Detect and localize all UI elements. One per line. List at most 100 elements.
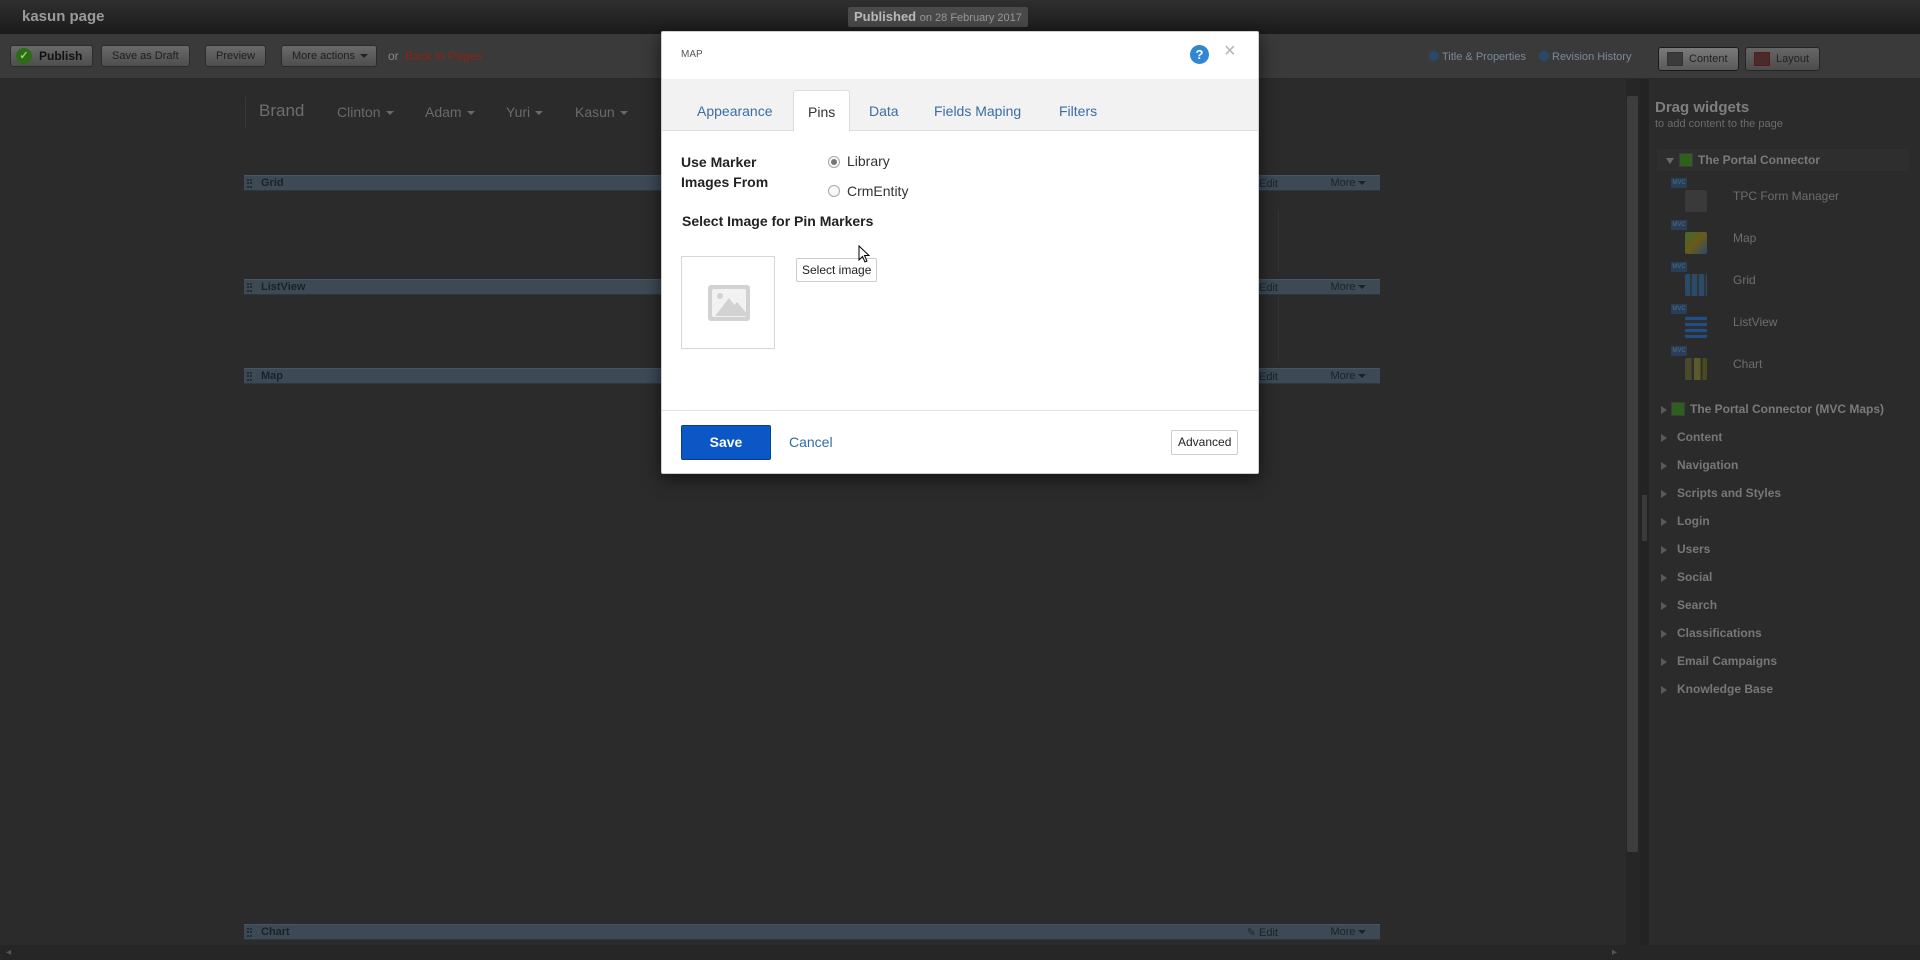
category-classifications[interactable]: Classifications [1657, 624, 1907, 644]
select-image-section-label: Select Image for Pin Markers [682, 213, 874, 229]
portal-connector-icon [1679, 153, 1693, 167]
widget-bar-chart[interactable]: Chart ✎ Edit More [244, 924, 1380, 940]
save-button[interactable]: Save [681, 425, 771, 460]
widget-item-chart[interactable]: MVC Chart [1671, 346, 1911, 386]
splitter-grip-icon[interactable] [1642, 495, 1647, 541]
widget-title: Map [261, 370, 283, 382]
nav-item-yuri[interactable]: Yuri [506, 104, 544, 120]
chevron-down-icon [619, 111, 628, 116]
mvc-badge: MVC [1671, 220, 1687, 230]
image-icon-frame [712, 289, 746, 317]
nav-item-label: Yuri [506, 104, 531, 120]
list-glyph [1685, 316, 1707, 338]
category-search[interactable]: Search [1657, 596, 1907, 616]
category-email-campaigns[interactable]: Email Campaigns [1657, 652, 1907, 672]
widget-item-tpc-form-manager[interactable]: MVC TPC Form Manager [1671, 178, 1911, 218]
dialog-footer-divider [662, 410, 1258, 411]
category-label: Content [1677, 430, 1723, 444]
form-glyph [1685, 190, 1707, 212]
widget-item-listview[interactable]: MVC ListView [1671, 304, 1911, 344]
category-navigation[interactable]: Navigation [1657, 456, 1907, 476]
more-actions-button[interactable]: More actions [281, 45, 377, 67]
category-label: Classifications [1677, 626, 1762, 640]
widget-more-button[interactable]: More [1324, 925, 1372, 939]
widget-group-portal-connector[interactable]: The Portal Connector [1657, 149, 1909, 171]
tab-pins[interactable]: Pins [793, 90, 851, 132]
mouse-cursor-icon [858, 245, 870, 263]
revision-history-link[interactable]: Revision History [1539, 51, 1631, 63]
drag-handle-icon[interactable] [247, 928, 252, 937]
help-icon[interactable]: ? [1190, 45, 1209, 64]
drag-handle-icon[interactable] [247, 179, 252, 188]
site-title: kasun page [22, 8, 105, 25]
dialog-title: MAP [681, 49, 703, 60]
tab-data[interactable]: Data [855, 90, 913, 132]
widget-item-label: ListView [1733, 315, 1778, 329]
radio-library-label[interactable]: Library [847, 153, 890, 169]
save-draft-button[interactable]: Save as Draft [101, 45, 190, 67]
radio-library[interactable] [828, 156, 840, 168]
nav-item-kasun[interactable]: Kasun [575, 104, 628, 120]
widget-more-label: More [1330, 926, 1356, 938]
category-label: Social [1677, 570, 1713, 584]
scroll-right-icon[interactable]: ▸ [1612, 947, 1617, 958]
advanced-button[interactable]: Advanced [1171, 430, 1239, 455]
widget-item-map[interactable]: MVC Map [1671, 220, 1911, 260]
horizontal-scrollbar[interactable]: ◂ ▸ [0, 945, 1920, 960]
widget-edit-label: Edit [1259, 282, 1278, 294]
content-mode-label: Content [1689, 53, 1728, 65]
expand-icon [1661, 574, 1667, 582]
drag-handle-icon[interactable] [247, 372, 252, 381]
title-properties-link[interactable]: Title & Properties [1429, 51, 1526, 63]
nav-item-label: Clinton [337, 104, 381, 120]
layout-mode-button[interactable]: Layout [1745, 47, 1821, 71]
category-label: Email Campaigns [1677, 654, 1778, 668]
expand-icon [1666, 158, 1674, 164]
chevron-down-icon [359, 54, 368, 59]
widget-drop-zone [1278, 210, 1380, 272]
category-content[interactable]: Content [1657, 428, 1907, 448]
widget-more-button[interactable]: More [1324, 176, 1372, 190]
publish-button[interactable]: ✓ Publish [10, 45, 94, 67]
expand-icon [1661, 658, 1667, 666]
widget-title: Chart [261, 926, 290, 938]
cancel-button[interactable]: Cancel [789, 434, 833, 450]
widget-group-mvc-maps[interactable]: The Portal Connector (MVC Maps) [1657, 400, 1907, 420]
grid-glyph [1685, 274, 1707, 296]
map-glyph [1685, 232, 1707, 254]
category-social[interactable]: Social [1657, 568, 1907, 588]
category-label: Search [1677, 598, 1718, 612]
nav-item-clinton[interactable]: Clinton [337, 104, 394, 120]
radio-crmentity-label[interactable]: CrmEntity [847, 183, 908, 199]
tab-appearance[interactable]: Appearance [683, 90, 787, 132]
radio-crmentity[interactable] [828, 185, 840, 197]
category-login[interactable]: Login [1657, 512, 1907, 532]
chart-glyph [1685, 358, 1707, 380]
widget-more-button[interactable]: More [1324, 280, 1372, 294]
drag-handle-icon[interactable] [247, 283, 252, 292]
preview-button[interactable]: Preview [205, 45, 267, 67]
content-mode-button[interactable]: Content [1658, 47, 1739, 71]
category-label: Users [1677, 542, 1711, 556]
widget-item-label: Map [1733, 231, 1757, 245]
back-to-pages-link[interactable]: Back to Pages [405, 49, 482, 63]
widget-edit-button[interactable]: ✎ Edit [1247, 926, 1278, 939]
nav-brand[interactable]: Brand [259, 101, 304, 121]
close-icon[interactable]: × [1224, 41, 1236, 61]
widget-group-label: The Portal Connector (MVC Maps) [1690, 402, 1885, 416]
list-icon: MVC [1671, 304, 1711, 342]
tab-fields-maping[interactable]: Fields Maping [920, 90, 1035, 132]
widget-item-label: Grid [1733, 273, 1756, 287]
expand-icon [1661, 462, 1667, 470]
canvas-scrollbar-thumb[interactable] [1627, 96, 1638, 852]
nav-item-adam[interactable]: Adam [425, 104, 475, 120]
category-label: Navigation [1677, 458, 1739, 472]
category-users[interactable]: Users [1657, 540, 1907, 560]
scroll-left-icon[interactable]: ◂ [6, 947, 11, 958]
tab-filters[interactable]: Filters [1045, 90, 1111, 132]
category-knowledge-base[interactable]: Knowledge Base [1657, 680, 1907, 700]
widget-item-grid[interactable]: MVC Grid [1671, 262, 1911, 302]
widget-more-button[interactable]: More [1324, 369, 1372, 383]
widget-drop-zone [1278, 292, 1380, 364]
category-scripts-styles[interactable]: Scripts and Styles [1657, 484, 1907, 504]
